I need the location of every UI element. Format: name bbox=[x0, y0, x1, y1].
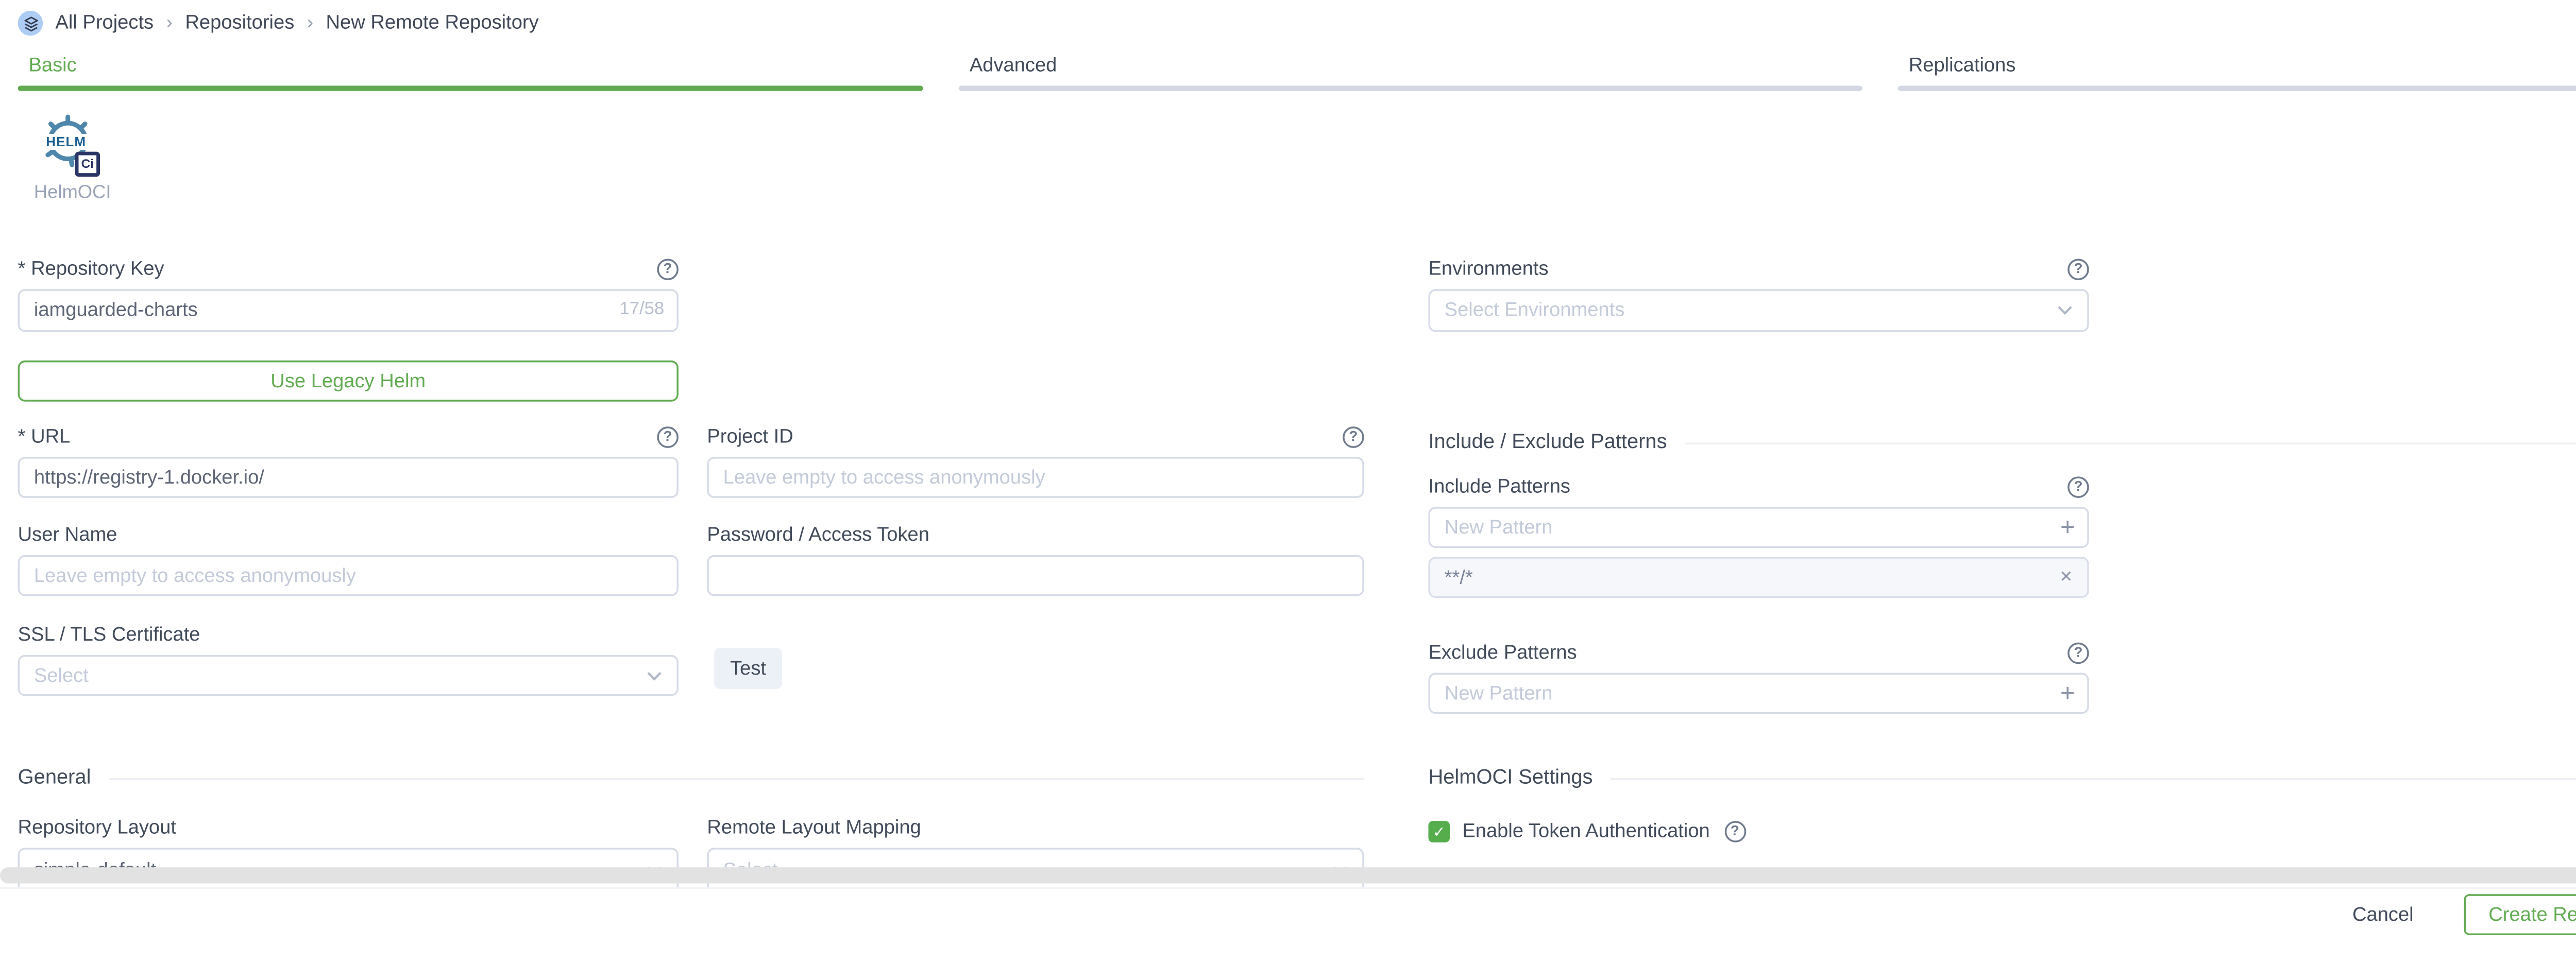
include-pattern-input-wrap: + bbox=[1428, 507, 2089, 548]
helm-logo-text: HELM bbox=[39, 134, 93, 150]
use-legacy-helm-button[interactable]: Use Legacy Helm bbox=[18, 360, 679, 402]
chevron-down-icon bbox=[647, 670, 663, 681]
chevron-down-icon bbox=[2057, 305, 2073, 316]
enable-token-auth-checkbox[interactable]: ✓ bbox=[1428, 821, 1450, 843]
tab-replications-label: Replications bbox=[1909, 55, 2016, 77]
url-field: * URL ? bbox=[18, 425, 679, 498]
user-name-label: User Name bbox=[18, 524, 117, 545]
help-icon[interactable]: ? bbox=[657, 426, 679, 448]
password-field: Password / Access Token bbox=[707, 523, 1364, 596]
ssl-certificate-placeholder: Select bbox=[34, 665, 89, 686]
repository-layout-label: Repository Layout bbox=[18, 817, 176, 838]
add-exclude-pattern-icon[interactable]: + bbox=[2048, 675, 2087, 712]
create-remote-repository-button[interactable]: Create Remote Repository bbox=[2464, 894, 2576, 935]
projects-layers-icon[interactable] bbox=[18, 11, 43, 36]
general-section-header: General bbox=[18, 767, 1364, 789]
form-scroll-area: HELM Ci HelmOCI * Repository Key ? 17/58… bbox=[0, 100, 2576, 887]
environments-field: Environments ? Select Environments bbox=[1428, 257, 2089, 332]
test-connection-button[interactable]: Test bbox=[714, 648, 782, 689]
oci-box-icon: Ci bbox=[75, 152, 100, 177]
include-pattern-value: **/* bbox=[1445, 566, 1473, 588]
horizontal-scrollbar[interactable] bbox=[0, 867, 2576, 883]
breadcrumb-separator-icon: › bbox=[307, 12, 314, 34]
tab-advanced[interactable]: Advanced bbox=[959, 54, 1862, 91]
url-label: * URL bbox=[18, 426, 71, 448]
tab-basic[interactable]: Basic bbox=[18, 54, 923, 91]
tab-replications[interactable]: Replications bbox=[1898, 54, 2576, 91]
tab-advanced-label: Advanced bbox=[970, 55, 1057, 77]
enable-token-auth-row: ✓ Enable Token Authentication ? bbox=[1428, 821, 1745, 843]
ssl-certificate-field: SSL / TLS Certificate Select bbox=[18, 623, 679, 696]
ssl-certificate-select[interactable]: Select bbox=[18, 655, 679, 696]
include-pattern-chip: **/* ✕ bbox=[1428, 557, 2089, 598]
ssl-certificate-label: SSL / TLS Certificate bbox=[18, 624, 200, 645]
url-input[interactable] bbox=[18, 457, 679, 498]
include-exclude-section-header: Include / Exclude Patterns bbox=[1428, 432, 2576, 454]
help-icon[interactable]: ? bbox=[2067, 258, 2089, 280]
tab-basic-label: Basic bbox=[28, 55, 76, 77]
password-label: Password / Access Token bbox=[707, 524, 929, 545]
repository-key-input[interactable] bbox=[18, 289, 679, 332]
help-icon[interactable]: ? bbox=[1343, 426, 1364, 448]
help-icon[interactable]: ? bbox=[2067, 642, 2089, 663]
helmoci-settings-section-header: HelmOCI Settings bbox=[1428, 767, 2576, 789]
exclude-pattern-input[interactable] bbox=[1430, 683, 2048, 704]
tab-advanced-underline bbox=[959, 85, 1862, 91]
user-name-field: User Name bbox=[18, 523, 679, 596]
exclude-patterns-field: Exclude Patterns ? + bbox=[1428, 641, 2089, 714]
helmoci-settings-section-title: HelmOCI Settings bbox=[1428, 767, 1592, 789]
general-section-title: General bbox=[18, 767, 91, 789]
char-counter: 17/58 bbox=[619, 289, 664, 332]
include-patterns-label: Include Patterns bbox=[1428, 476, 1570, 497]
checkmark-icon: ✓ bbox=[1433, 823, 1446, 841]
add-include-pattern-icon[interactable]: + bbox=[2048, 509, 2087, 546]
section-divider bbox=[1611, 777, 2576, 779]
enable-token-auth-label: Enable Token Authentication bbox=[1462, 821, 1709, 843]
project-id-label: Project ID bbox=[707, 426, 793, 448]
project-id-field: Project ID ? bbox=[707, 425, 1364, 498]
package-type-helmoci: HELM Ci HelmOCI bbox=[34, 114, 106, 203]
breadcrumb: All Projects › Repositories › New Remote… bbox=[18, 11, 539, 36]
breadcrumb-repositories[interactable]: Repositories bbox=[185, 12, 294, 34]
help-icon[interactable]: ? bbox=[657, 258, 679, 280]
breadcrumb-separator-icon: › bbox=[166, 12, 173, 34]
help-icon[interactable]: ? bbox=[2067, 476, 2089, 497]
repository-key-field: * Repository Key ? 17/58 bbox=[18, 257, 679, 332]
environments-select[interactable]: Select Environments bbox=[1428, 289, 2089, 332]
help-icon[interactable]: ? bbox=[1724, 821, 1746, 843]
include-pattern-input[interactable] bbox=[1430, 517, 2048, 538]
environments-label: Environments bbox=[1428, 258, 1548, 280]
repository-key-label: * Repository Key bbox=[18, 258, 164, 280]
user-name-input[interactable] bbox=[18, 555, 679, 596]
remove-pattern-icon[interactable]: ✕ bbox=[2059, 568, 2073, 587]
breadcrumb-current-page: New Remote Repository bbox=[326, 12, 539, 34]
include-patterns-field: Include Patterns ? + **/* ✕ bbox=[1428, 475, 2089, 598]
package-type-caption: HelmOCI bbox=[34, 182, 106, 203]
remote-layout-mapping-label: Remote Layout Mapping bbox=[707, 817, 921, 838]
section-divider bbox=[109, 777, 1364, 779]
project-id-input[interactable] bbox=[707, 457, 1364, 498]
breadcrumb-all-projects[interactable]: All Projects bbox=[55, 12, 154, 34]
footer-action-bar: Cancel Create Remote Repository bbox=[0, 887, 2576, 979]
cancel-button[interactable]: Cancel bbox=[2338, 894, 2428, 935]
include-exclude-section-title: Include / Exclude Patterns bbox=[1428, 432, 1667, 454]
exclude-pattern-input-wrap: + bbox=[1428, 673, 2089, 714]
exclude-patterns-label: Exclude Patterns bbox=[1428, 642, 1577, 663]
helm-oci-icon: HELM Ci bbox=[39, 114, 100, 180]
section-divider bbox=[1685, 442, 2576, 443]
new-remote-repository-page: All Projects › Repositories › New Remote… bbox=[0, 0, 2576, 980]
environments-placeholder: Select Environments bbox=[1445, 300, 1625, 321]
password-input[interactable] bbox=[707, 555, 1364, 596]
tab-replications-underline bbox=[1898, 85, 2576, 91]
tab-basic-underline bbox=[18, 85, 923, 91]
